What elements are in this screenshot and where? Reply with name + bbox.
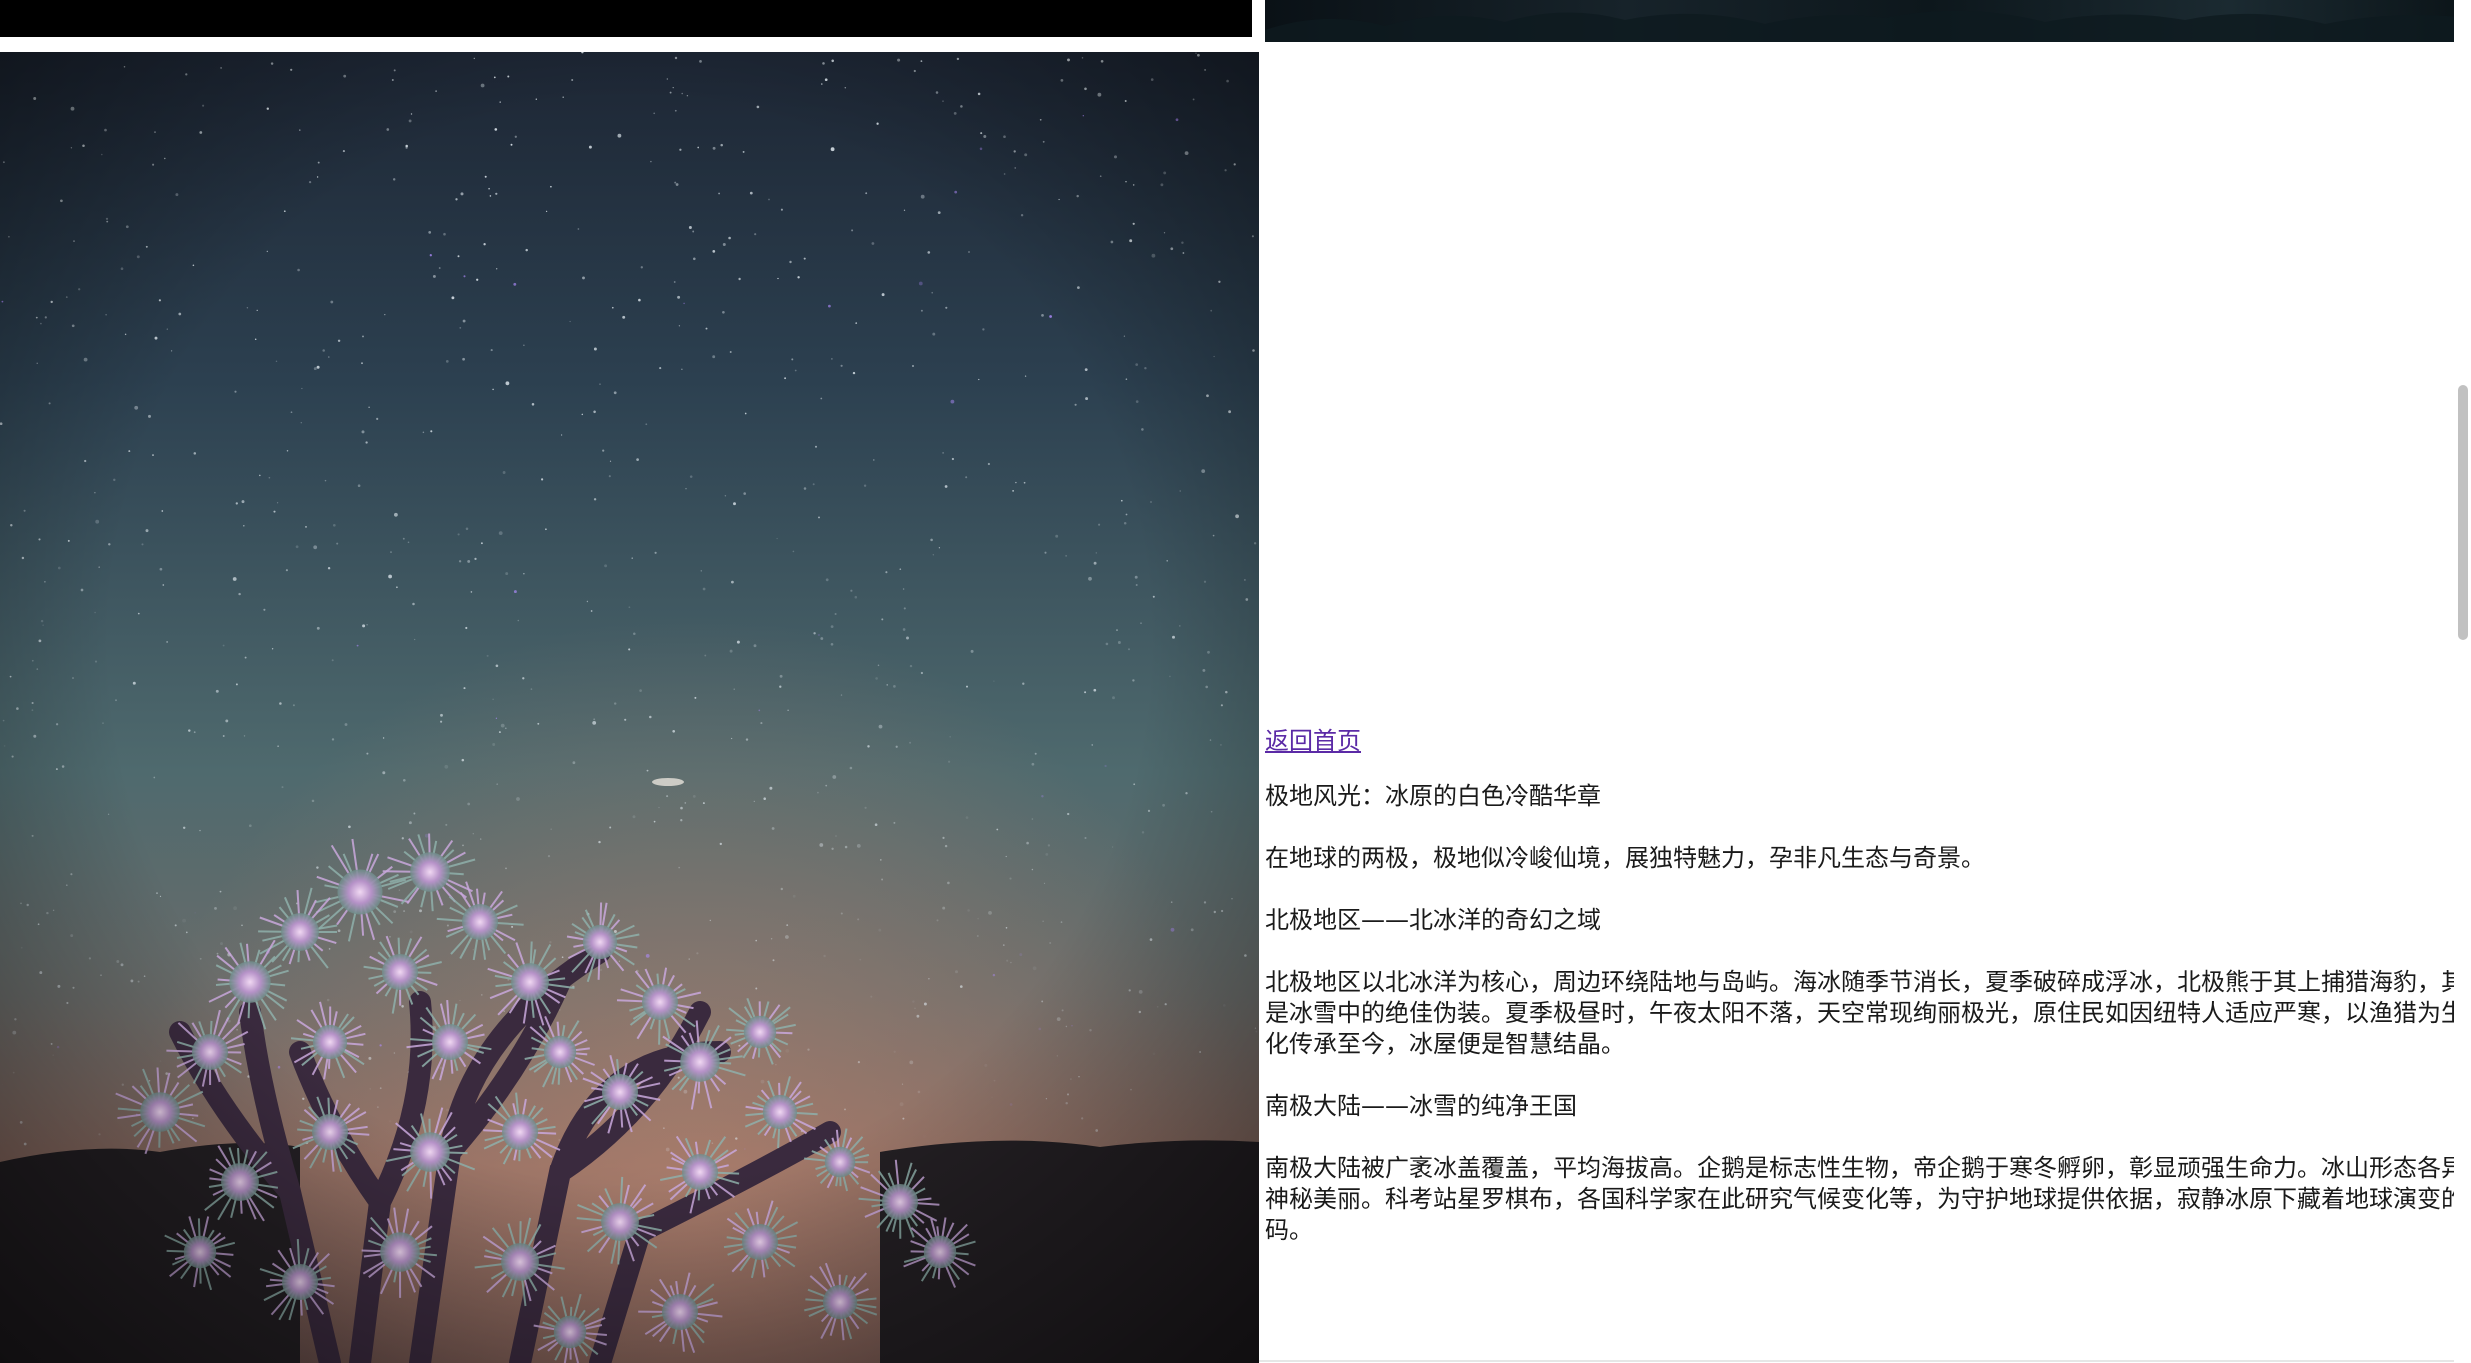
night-sky-photo <box>0 52 1259 1363</box>
section-body-arctic: 北极地区以北冰洋为核心，周边环绕陆地与岛屿。海冰随季节消长，夏季破碎成浮冰，北极… <box>1265 968 2454 1058</box>
vertical-scrollbar[interactable] <box>2454 0 2471 1363</box>
section-body-antarctica: 南极大陆被广袤冰盖覆盖，平均海拔高。企鹅是标志性生物，帝企鹅于寒冬孵卵，彰显顽强… <box>1265 1154 2454 1244</box>
previous-image-strip <box>0 0 1252 37</box>
article-title: 极地风光：冰原的白色冷酷华章 <box>1265 782 1601 810</box>
divider <box>1259 1360 2454 1362</box>
scrollbar-thumb[interactable] <box>2458 385 2468 640</box>
section-heading-arctic: 北极地区——北冰洋的奇幻之域 <box>1265 906 1601 934</box>
previous-image-strip-dark-trees <box>1265 0 2471 42</box>
back-to-home-link[interactable]: 返回首页 <box>1265 726 1361 757</box>
article-intro: 在地球的两极，极地似冷峻仙境，展独特魅力，孕非凡生态与奇景。 <box>1265 844 1985 872</box>
page: 返回首页 极地风光：冰原的白色冷酷华章 在地球的两极，极地似冷峻仙境，展独特魅力… <box>0 0 2471 1363</box>
article-content: 返回首页 极地风光：冰原的白色冷酷华章 在地球的两极，极地似冷峻仙境，展独特魅力… <box>1265 726 2454 1277</box>
section-heading-antarctica: 南极大陆——冰雪的纯净王国 <box>1265 1092 1577 1120</box>
